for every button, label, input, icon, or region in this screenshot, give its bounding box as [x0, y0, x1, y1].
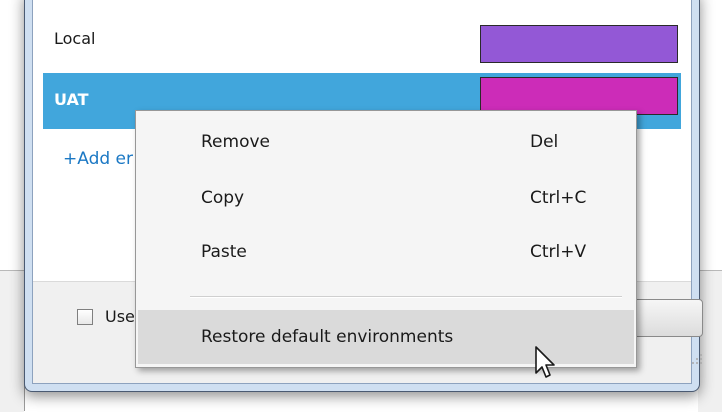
environment-color-swatch[interactable] [480, 25, 678, 63]
resize-grip-icon[interactable] [689, 351, 703, 365]
add-environment-link[interactable]: +Add er [63, 149, 133, 169]
menu-item-restore-defaults[interactable]: Restore default environments [138, 310, 634, 364]
menu-item-label: Paste [201, 242, 247, 262]
environment-name: Local [54, 29, 96, 48]
menu-item-remove[interactable]: Remove Del [138, 119, 634, 167]
background-right-lower [698, 270, 722, 412]
environment-name: UAT [54, 90, 89, 109]
environment-row-local[interactable]: Local [43, 11, 681, 71]
menu-item-shortcut: Ctrl+C [530, 188, 587, 208]
context-menu: Remove Del Copy Ctrl+C Paste Ctrl+V Rest… [135, 110, 637, 368]
menu-item-shortcut: Ctrl+V [530, 242, 587, 262]
menu-item-label: Copy [201, 188, 245, 208]
use-checkbox[interactable] [77, 309, 93, 325]
mouse-pointer-icon [534, 345, 558, 381]
menu-item-copy[interactable]: Copy Ctrl+C [138, 175, 634, 223]
menu-separator [190, 296, 622, 298]
background-left-lower [0, 270, 24, 412]
use-checkbox-label: Use [105, 307, 135, 326]
menu-item-label: Remove [201, 132, 270, 152]
menu-item-shortcut: Del [530, 132, 559, 152]
menu-item-paste[interactable]: Paste Ctrl+V [138, 229, 634, 277]
menu-item-label: Restore default environments [201, 327, 454, 347]
